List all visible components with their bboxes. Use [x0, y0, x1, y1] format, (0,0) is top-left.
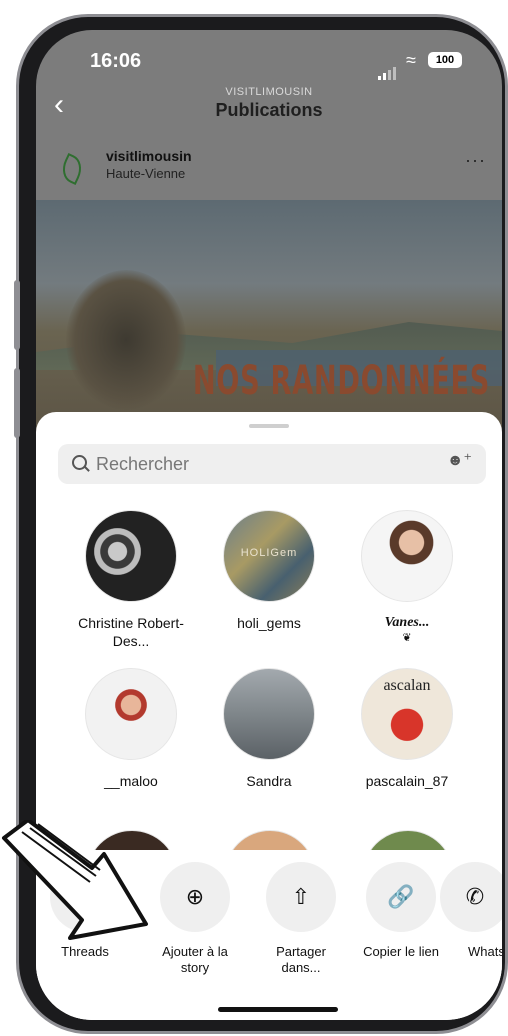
- contact-item[interactable]: Sandra: [204, 668, 334, 790]
- add-story-icon: ⊕: [160, 862, 230, 932]
- contact-name: Christine Robert-Des...: [78, 615, 184, 649]
- add-people-icon[interactable]: ☻⁺: [447, 450, 472, 470]
- contact-avatar: [223, 668, 315, 760]
- contact-item[interactable]: Christine Robert-Des...: [66, 510, 196, 650]
- volume-down-button: [14, 368, 20, 438]
- home-indicator[interactable]: [218, 1007, 338, 1012]
- search-input[interactable]: [96, 452, 416, 476]
- action-label: Whats: [468, 944, 502, 959]
- volume-up-button: [14, 280, 20, 350]
- contact-avatar: HOLIGem: [223, 510, 315, 602]
- status-bar: 16:06 ≈ 100: [36, 30, 502, 90]
- post-image: NOS RANDONNÉES: [36, 200, 502, 440]
- contact-item[interactable]: HOLIGem holi_gems: [204, 510, 334, 632]
- wifi-icon: ≈: [406, 50, 416, 70]
- pointing-arrow-annotation: [2, 820, 148, 940]
- contact-name: Vanes...: [384, 615, 430, 630]
- tree-graphic: [66, 270, 186, 410]
- search-bar[interactable]: ☻⁺: [58, 444, 486, 484]
- sheet-grabber[interactable]: [249, 424, 289, 428]
- action-label: Partager dans...: [276, 944, 326, 975]
- contact-avatar: ascalan: [361, 668, 453, 760]
- contact-item[interactable]: ascalan pascalain_87: [342, 668, 472, 790]
- search-icon: [72, 455, 87, 470]
- contact-name: Sandra: [246, 773, 292, 789]
- battery-indicator: 100: [428, 52, 462, 68]
- post-username[interactable]: visitlimousin: [106, 148, 192, 164]
- share-icon: ⇧: [266, 862, 336, 932]
- post-header: visitlimousin Haute-Vienne ···: [36, 148, 502, 190]
- contact-avatar: [361, 510, 453, 602]
- avatar-text: ascalan: [383, 677, 431, 694]
- whatsapp-icon: ✆: [440, 862, 502, 932]
- more-options-icon[interactable]: ···: [465, 150, 486, 171]
- contact-name: __maloo: [104, 773, 158, 789]
- post-image-text: NOS RANDONNÉES: [192, 358, 490, 404]
- contact-avatar: [85, 510, 177, 602]
- link-icon: 🔗: [366, 862, 436, 932]
- cellular-signal-icon: [378, 62, 398, 80]
- contact-avatar: [85, 668, 177, 760]
- contact-badge: ❦: [402, 632, 412, 644]
- post-location[interactable]: Haute-Vienne: [106, 166, 185, 181]
- page-header: ‹ VISITLIMOUSIN Publications: [36, 82, 502, 126]
- leaf-avatar-icon[interactable]: [57, 152, 87, 186]
- whatsapp-button[interactable]: ✆ Whats: [440, 862, 502, 960]
- share-to-button[interactable]: ⇧ Partager dans...: [246, 862, 356, 976]
- status-time: 16:06: [90, 50, 142, 72]
- avatar-text: HOLIGem: [240, 547, 298, 559]
- page-title: Publications: [215, 100, 323, 120]
- contact-name: pascalain_87: [365, 773, 449, 789]
- contact-item[interactable]: Vanes... ❦: [342, 510, 472, 644]
- contact-name: holi_gems: [237, 615, 301, 631]
- contact-item[interactable]: __maloo: [66, 668, 196, 790]
- header-account-name: VISITLIMOUSIN: [225, 86, 313, 98]
